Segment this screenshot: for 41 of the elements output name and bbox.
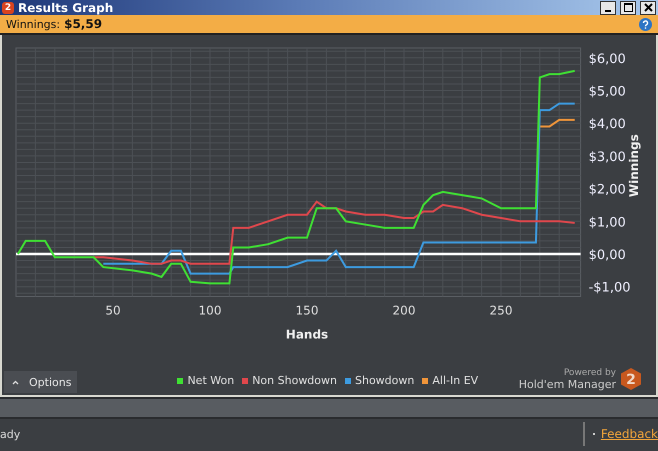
close-icon — [644, 3, 652, 12]
winnings-value: $5,59 — [64, 17, 102, 31]
logo-icon: 2 — [620, 367, 642, 391]
legend-swatch — [345, 378, 351, 384]
x-tick-label: 100 — [198, 304, 222, 318]
legend-swatch — [422, 378, 428, 384]
y-tick-label: $6,00 — [588, 52, 626, 67]
y-tick-label: $3,00 — [588, 150, 626, 165]
x-axis-title: Hands — [286, 328, 328, 342]
maximize-button[interactable] — [620, 0, 636, 14]
minimize-icon — [605, 10, 611, 12]
legend-label: Non Showdown — [252, 374, 337, 387]
legend-swatch — [177, 378, 184, 384]
maximize-icon — [624, 3, 632, 12]
y-tick-label: $4,00 — [588, 117, 626, 132]
legend-label: Net Won — [187, 374, 234, 387]
y-tick-label: -$1,00 — [588, 280, 631, 296]
window-title: Results Graph — [18, 0, 114, 14]
y-tick-label: $0,00 — [588, 248, 626, 263]
close-button[interactable] — [640, 0, 656, 14]
status-text: ady — [0, 428, 20, 440]
options-button[interactable]: Options — [4, 371, 78, 393]
legend-swatch — [242, 378, 248, 384]
winnings-label: Winnings: — [6, 18, 60, 30]
minimize-button[interactable] — [600, 0, 616, 14]
feedback-link[interactable]: Feedback — [600, 427, 658, 441]
product-name: Hold'em Manager — [518, 378, 616, 390]
y-axis-title: Winnings — [627, 134, 641, 198]
powered-by-caption: Powered by — [564, 368, 616, 378]
legend-label: All-In EV — [432, 374, 478, 387]
chevron-icon — [12, 380, 19, 384]
x-tick-label: 150 — [296, 304, 318, 318]
app-badge: 2 — [2, 2, 14, 14]
help-icon[interactable] — [639, 18, 652, 30]
x-tick-label: 250 — [490, 304, 512, 318]
x-tick-label: 50 — [105, 304, 121, 318]
y-tick-label: $5,00 — [588, 84, 626, 100]
legend-label: Showdown — [355, 374, 414, 387]
y-tick-label: $2,00 — [588, 182, 626, 198]
x-tick-label: 200 — [392, 304, 416, 318]
y-tick-label: $1,00 — [588, 215, 626, 230]
